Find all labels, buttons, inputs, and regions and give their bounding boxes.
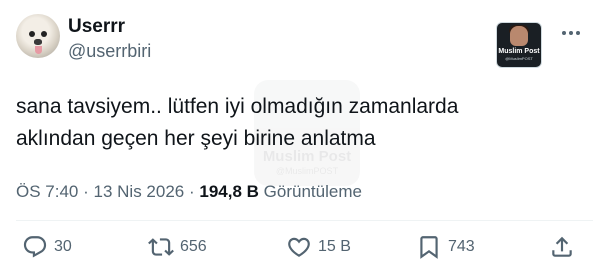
tweet-card: Muslim Post @MuslimPOST Userrr @userrbir… xyxy=(0,0,609,279)
watermark-subtitle: @MuslimPOST xyxy=(275,166,339,176)
retweet-icon xyxy=(148,238,174,256)
badge-face xyxy=(510,26,528,46)
avatar-eye-left xyxy=(29,31,35,37)
bookmark-button[interactable]: 743 xyxy=(416,233,475,261)
avatar-nose xyxy=(34,39,42,45)
share-button[interactable] xyxy=(549,233,575,261)
like-button[interactable]: 15 B xyxy=(286,233,351,261)
avatar[interactable] xyxy=(16,14,60,58)
badge-title: Muslim Post xyxy=(498,48,540,55)
avatar-tongue xyxy=(35,46,42,54)
reply-button[interactable]: 30 xyxy=(22,233,72,261)
like-count: 15 B xyxy=(318,238,351,255)
bookmark-icon xyxy=(420,236,438,259)
retweet-count: 656 xyxy=(180,238,207,255)
tweet-text: sana tavsiyem.. lütfen iyi olmadığın zam… xyxy=(16,91,591,155)
tweet-text-line: aklından geçen her şeyi birine anlatma xyxy=(16,127,376,150)
tweet-date[interactable]: 13 Nis 2026 xyxy=(94,182,185,201)
author-display-name[interactable]: Userrr xyxy=(68,16,125,38)
divider xyxy=(16,220,593,221)
tweet-text-line: sana tavsiyem.. lütfen iyi olmadığın zam… xyxy=(16,95,459,118)
views-label: Görüntüleme xyxy=(263,182,362,201)
avatar-eye-right xyxy=(41,31,47,37)
reply-count: 30 xyxy=(54,238,72,255)
author-handle[interactable]: @userrbiri xyxy=(68,40,151,62)
meta-separator: · xyxy=(83,182,89,201)
badge-subtitle: @MuslimPOST xyxy=(505,56,533,61)
more-dot xyxy=(562,31,566,35)
bookmark-count: 743 xyxy=(448,238,475,255)
share-icon xyxy=(552,236,572,257)
views-count[interactable]: 194,8 B xyxy=(199,182,259,201)
tweet-time[interactable]: ÖS 7:40 xyxy=(16,182,78,201)
tweet-meta: ÖS 7:40 · 13 Nis 2026 · 194,8 B Görüntül… xyxy=(16,180,362,204)
reply-icon xyxy=(23,236,47,258)
more-dot xyxy=(576,31,580,35)
retweet-button[interactable]: 656 xyxy=(148,233,207,261)
muslim-post-badge: Muslim Post @MuslimPOST xyxy=(496,22,542,68)
more-options-icon[interactable] xyxy=(558,26,584,40)
meta-separator: · xyxy=(188,182,195,201)
heart-icon xyxy=(288,237,310,257)
more-dot xyxy=(569,31,573,35)
